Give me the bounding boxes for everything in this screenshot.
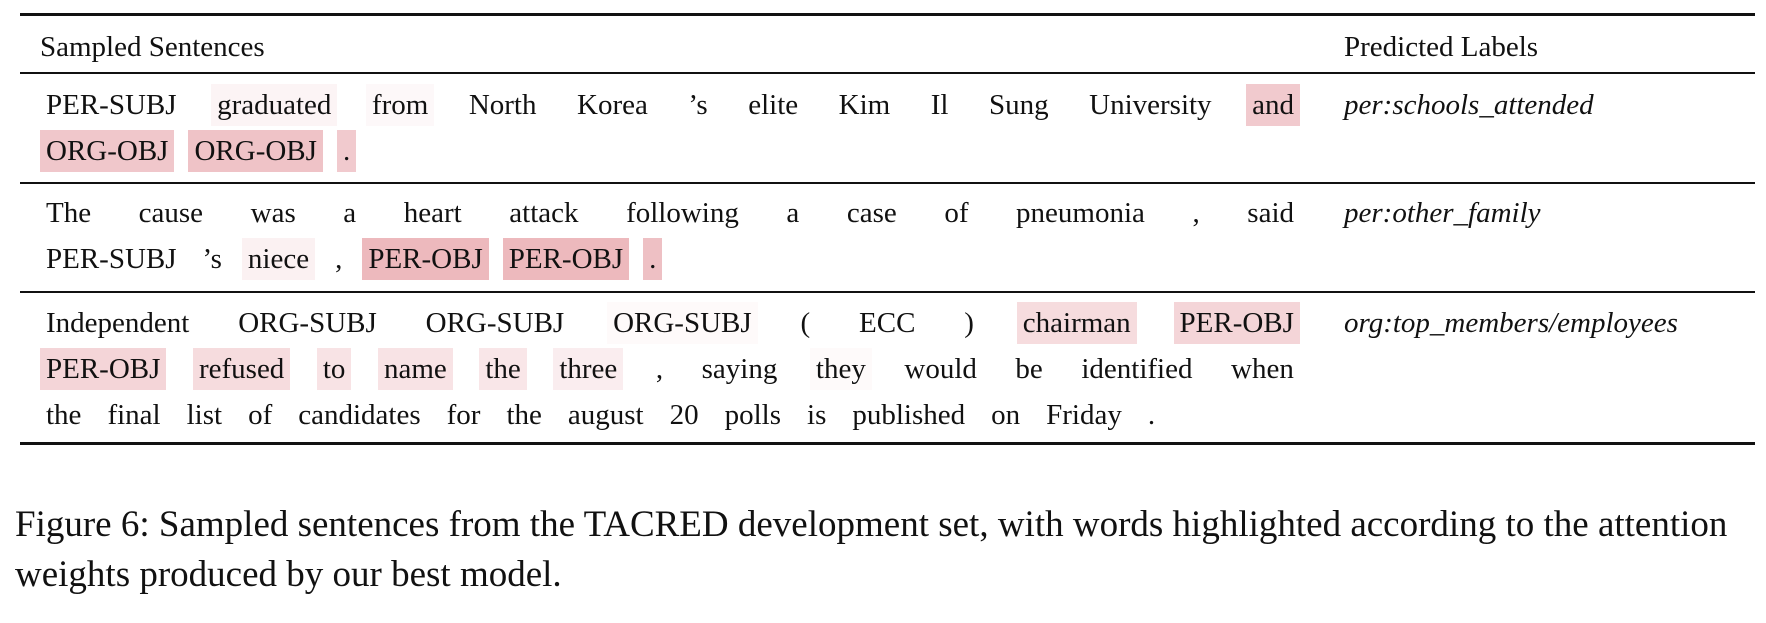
attention-token: PER-OBJ xyxy=(362,238,489,280)
attention-token: cause xyxy=(138,197,204,229)
sentence-line: PER-OBJ refused to name the three, saying they w… xyxy=(40,346,1300,392)
attention-token: . xyxy=(336,130,357,172)
attention-token: ORG-OBJ xyxy=(188,130,323,172)
attention-token: final xyxy=(107,399,161,431)
attention-token: Independent xyxy=(46,307,190,339)
attention-token: PER-OBJ xyxy=(40,348,167,390)
attention-token: ORG-SUBJ xyxy=(238,307,377,339)
sentence-line: The cause was a heart attack following a case of p… xyxy=(40,190,1300,236)
attention-token: , xyxy=(335,243,343,275)
attention-token: of xyxy=(248,399,273,431)
attention-token: would xyxy=(904,353,977,385)
attention-token: for xyxy=(446,399,481,431)
attention-token: published xyxy=(852,399,966,431)
sentence-line: the final list of candidates for the august 20 po… xyxy=(40,392,1300,438)
sampled-sentence: Independent ORG-SUBJ ORG-SUBJ ORG-SUBJ ( ECC)… xyxy=(40,300,1300,438)
attention-token: . xyxy=(1147,399,1156,431)
attention-token: pneumonia xyxy=(1016,197,1145,229)
attention-token: to xyxy=(316,348,352,390)
attention-token: Korea xyxy=(577,89,648,121)
attention-token: ) xyxy=(964,307,974,339)
attention-token: ORG-SUBJ xyxy=(425,307,565,339)
attention-token: from xyxy=(365,84,435,126)
row-separator xyxy=(20,182,1755,184)
sampled-sentence: PER-SUBJ graduated from North Korea ’s elite Ki… xyxy=(40,82,1300,174)
attention-token: was xyxy=(250,197,296,229)
attention-token: the xyxy=(46,399,82,431)
attention-token: PER-SUBJ xyxy=(46,243,177,275)
sentence-line: PER-SUBJ graduated from North Korea ’s elite Ki… xyxy=(40,82,1300,128)
attention-token: polls xyxy=(724,399,782,431)
sentence-line: Independent ORG-SUBJ ORG-SUBJ ORG-SUBJ ( ECC)… xyxy=(40,300,1300,346)
attention-token: and xyxy=(1246,84,1300,126)
attention-token: ORG-OBJ xyxy=(40,130,175,172)
attention-token: list xyxy=(186,399,223,431)
attention-token: three xyxy=(553,348,624,390)
attention-token: Sung xyxy=(988,89,1049,121)
attention-token: name xyxy=(377,348,453,390)
attention-token: refused xyxy=(192,348,291,390)
attention-token: the xyxy=(506,399,542,431)
attention-token: ORG-SUBJ xyxy=(607,302,758,344)
predicted-label: per:schools_attended xyxy=(1344,89,1594,121)
attention-token: they xyxy=(809,348,872,390)
attention-token: ’s xyxy=(202,243,222,275)
attention-token: PER-OBJ xyxy=(1173,302,1300,344)
sentence-line: PER-SUBJ ’s niece, PER-OBJ PER-OBJ. xyxy=(40,236,1300,282)
attention-token: , xyxy=(655,353,664,385)
top-rule xyxy=(20,13,1755,16)
attention-token: august xyxy=(567,399,644,431)
attention-token: ’s xyxy=(688,89,708,121)
attention-token: niece xyxy=(241,238,316,280)
attention-token: elite xyxy=(748,89,799,121)
sampled-sentence: The cause was a heart attack following a case of p… xyxy=(40,190,1300,282)
attention-token: Kim xyxy=(838,89,891,121)
header-rule xyxy=(20,72,1755,74)
header-sampled-sentences: Sampled Sentences xyxy=(40,31,265,63)
attention-token: a xyxy=(343,197,357,229)
attention-token: heart xyxy=(403,197,462,229)
predicted-label: per:other_family xyxy=(1344,197,1541,229)
attention-token: graduated xyxy=(211,84,338,126)
attention-token: be xyxy=(1015,353,1043,385)
header-predicted-labels: Predicted Labels xyxy=(1344,31,1539,63)
attention-token: University xyxy=(1089,89,1212,121)
attention-token: candidates xyxy=(298,399,421,431)
attention-token: when xyxy=(1231,353,1294,385)
attention-token: The xyxy=(46,197,92,229)
attention-token: North xyxy=(468,89,537,121)
attention-token: is xyxy=(807,399,827,431)
attention-token: said xyxy=(1247,197,1294,229)
attention-token: of xyxy=(944,197,969,229)
attention-token: Friday xyxy=(1046,399,1122,431)
bottom-rule xyxy=(20,442,1755,445)
attention-token: ECC xyxy=(859,307,916,339)
sentence-line: ORG-OBJ ORG-OBJ. xyxy=(40,128,1300,174)
attention-token: on xyxy=(991,399,1021,431)
attention-token: a xyxy=(786,197,800,229)
attention-token: identified xyxy=(1081,353,1193,385)
attention-token: , xyxy=(1192,197,1200,229)
attention-token: the xyxy=(479,348,527,390)
attention-token: PER-SUBJ xyxy=(46,89,177,121)
attention-token: attack xyxy=(509,197,579,229)
attention-token: following xyxy=(626,197,739,229)
attention-token: . xyxy=(643,238,663,280)
attention-token: chairman xyxy=(1016,302,1137,344)
attention-token: Il xyxy=(930,89,949,121)
attention-token: saying xyxy=(701,353,778,385)
attention-token: 20 xyxy=(669,399,699,431)
attention-token: PER-OBJ xyxy=(502,238,630,280)
figure-caption: Figure 6: Sampled sentences from the TAC… xyxy=(15,504,1728,595)
row-separator xyxy=(20,291,1755,293)
predicted-label: org:top_members/employees xyxy=(1344,307,1678,339)
attention-token: case xyxy=(846,197,897,229)
attention-token: ( xyxy=(800,307,811,339)
